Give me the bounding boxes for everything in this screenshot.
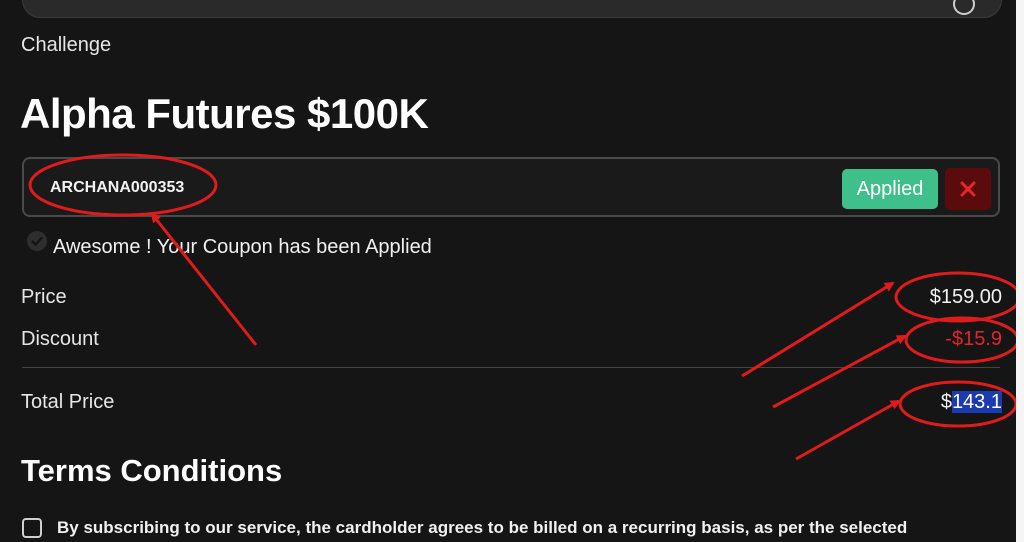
success-text: Awesome ! Your Coupon has been Applied (53, 236, 432, 258)
product-title: Alpha Futures $100K (20, 90, 429, 137)
coupon-field: Applied (22, 157, 1000, 217)
terms-checkbox[interactable] (22, 518, 42, 538)
window-edge (1016, 0, 1024, 542)
info-icon[interactable] (953, 0, 975, 15)
annotation-arrow-discount (772, 334, 907, 409)
close-icon (960, 181, 976, 197)
price-label: Price (21, 286, 67, 308)
annotation-arrow-coupon (150, 212, 258, 346)
discount-label: Discount (21, 328, 99, 350)
total-currency: $ (940, 391, 952, 413)
check-circle-icon (27, 230, 47, 251)
discount-value: -$15.9 (945, 328, 1002, 350)
price-value: $159.00 (929, 286, 1002, 308)
applied-button[interactable]: Applied (842, 169, 938, 209)
terms-agreement: By subscribing to our service, the cardh… (22, 518, 907, 538)
coupon-input[interactable] (50, 179, 450, 197)
terms-text: By subscribing to our service, the cardh… (57, 518, 908, 537)
total-price-value: $143.1 (941, 391, 1002, 414)
total-price-label: Total Price (21, 391, 115, 413)
terms-title: Terms Conditions (21, 453, 283, 488)
annotation-arrow-total (795, 399, 901, 461)
checkout-page: Challenge Alpha Futures $100K Applied Aw… (0, 0, 1024, 542)
summary-divider (22, 367, 1000, 368)
top-input-field[interactable] (22, 0, 1002, 18)
total-amount: 143.1 (951, 391, 1002, 413)
category-label: Challenge (21, 34, 112, 56)
coupon-success-message: Awesome ! Your Coupon has been Applied (26, 230, 432, 259)
remove-coupon-button[interactable] (945, 168, 991, 210)
annotation-arrow-price (741, 281, 895, 378)
